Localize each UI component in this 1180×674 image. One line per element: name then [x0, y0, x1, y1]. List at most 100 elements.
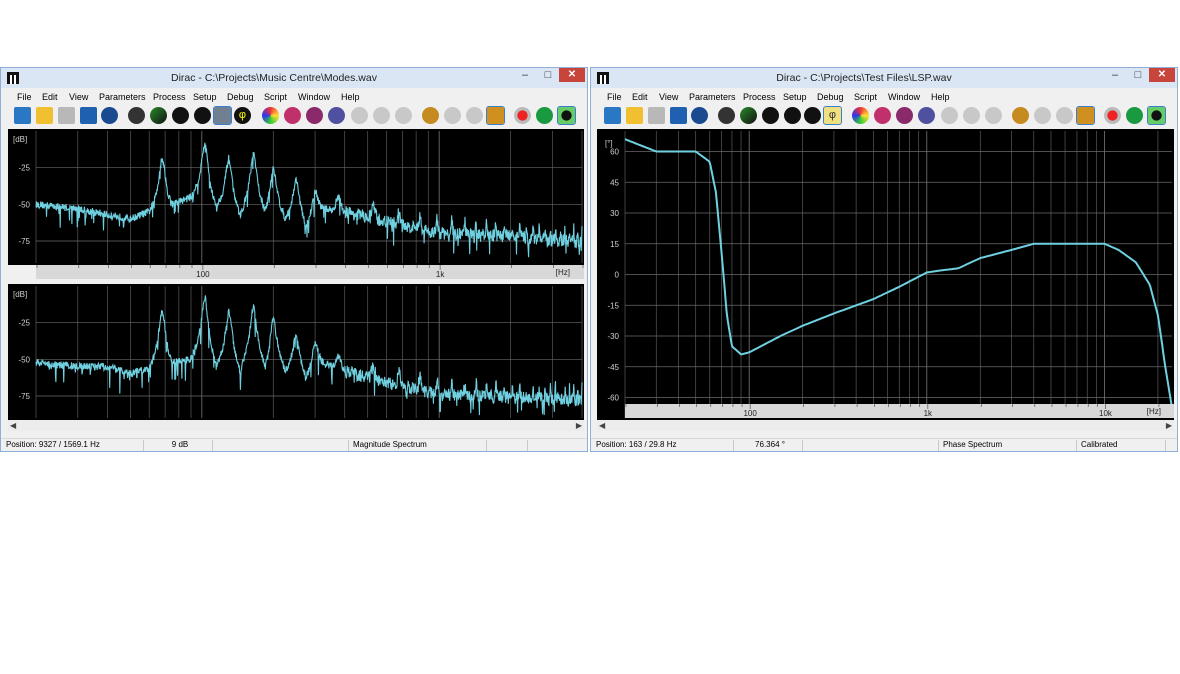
- scroll-left-icon[interactable]: ◀: [599, 420, 605, 431]
- menu-script[interactable]: Script: [854, 92, 877, 102]
- print-icon[interactable]: [670, 107, 687, 124]
- menu-file[interactable]: File: [17, 92, 32, 102]
- menu-process[interactable]: Process: [743, 92, 776, 102]
- stop-icon[interactable]: [1147, 106, 1166, 125]
- x-unit-label: [Hz]: [555, 268, 570, 277]
- zoom-icon[interactable]: [985, 107, 1002, 124]
- magnitude-plot-upper[interactable]: -25 -50 -75 [dB]: [8, 129, 584, 265]
- menu-help[interactable]: Help: [341, 92, 360, 102]
- process-icon[interactable]: [172, 107, 189, 124]
- horizontal-scrollbar[interactable]: ◀ ▶: [597, 420, 1174, 431]
- add-icon[interactable]: [1012, 107, 1029, 124]
- y-tick-label: -50: [18, 200, 30, 209]
- process-icon[interactable]: [740, 107, 757, 124]
- menu-file[interactable]: File: [607, 92, 622, 102]
- info-icon[interactable]: [486, 106, 505, 125]
- new-file-icon[interactable]: [604, 107, 621, 124]
- spectrum-icon[interactable]: [213, 106, 232, 125]
- menu-view[interactable]: View: [659, 92, 678, 102]
- zoom-icon[interactable]: [963, 107, 980, 124]
- wave-icon[interactable]: [691, 107, 708, 124]
- zoom-icon[interactable]: [373, 107, 390, 124]
- color-icon[interactable]: [262, 107, 279, 124]
- magnitude-plot-lower[interactable]: -25 -50 -75 [dB]: [8, 284, 584, 420]
- series-line: [35, 142, 583, 258]
- new-file-icon[interactable]: [14, 107, 31, 124]
- menu-script[interactable]: Script: [264, 92, 287, 102]
- play-green-icon[interactable]: [128, 107, 145, 124]
- menu-setup[interactable]: Setup: [193, 92, 217, 102]
- x-tick-label: 10k: [1099, 409, 1113, 418]
- play-icon[interactable]: [1126, 107, 1143, 124]
- process-icon[interactable]: [784, 107, 801, 124]
- record-icon[interactable]: [514, 107, 531, 124]
- phi-icon[interactable]: φ: [234, 107, 251, 124]
- process-icon[interactable]: [194, 107, 211, 124]
- window-lsp: Dirac - C:\Projects\Test Files\LSP.wav –…: [590, 67, 1178, 452]
- add-icon[interactable]: [422, 107, 439, 124]
- menu-window[interactable]: Window: [888, 92, 920, 102]
- menu-edit[interactable]: Edit: [42, 92, 58, 102]
- filter-icon[interactable]: [874, 107, 891, 124]
- spectrum-icon[interactable]: [804, 107, 821, 124]
- stop-icon[interactable]: [557, 106, 576, 125]
- process-icon[interactable]: [762, 107, 779, 124]
- color-icon[interactable]: [852, 107, 869, 124]
- menu-debug[interactable]: Debug: [227, 92, 254, 102]
- menu-parameters[interactable]: Parameters: [689, 92, 736, 102]
- close-button[interactable]: ✕: [559, 68, 585, 82]
- play-green-icon[interactable]: [718, 107, 735, 124]
- menu-parameters[interactable]: Parameters: [99, 92, 146, 102]
- y-tick-label: -30: [607, 332, 619, 341]
- save-icon[interactable]: [648, 107, 665, 124]
- remove-icon[interactable]: [1034, 107, 1051, 124]
- menu-window[interactable]: Window: [298, 92, 330, 102]
- menu-edit[interactable]: Edit: [632, 92, 648, 102]
- zoom-icon[interactable]: [351, 107, 368, 124]
- menu-help[interactable]: Help: [931, 92, 950, 102]
- scroll-right-icon[interactable]: ▶: [1166, 420, 1172, 431]
- maximize-button[interactable]: □: [1127, 68, 1149, 84]
- y-tick-label: -15: [607, 301, 619, 310]
- minimize-button[interactable]: –: [1103, 68, 1127, 84]
- record-icon[interactable]: [1104, 107, 1121, 124]
- fit-icon[interactable]: [1056, 107, 1073, 124]
- measure-icon[interactable]: [328, 107, 345, 124]
- dirac-app-icon[interactable]: [597, 72, 609, 84]
- save-icon[interactable]: [58, 107, 75, 124]
- title-bar[interactable]: Dirac - C:\Projects\Test Files\LSP.wav –…: [591, 68, 1177, 88]
- scroll-left-icon[interactable]: ◀: [10, 420, 16, 431]
- menu-process[interactable]: Process: [153, 92, 186, 102]
- menu-debug[interactable]: Debug: [817, 92, 844, 102]
- measure-icon[interactable]: [918, 107, 935, 124]
- menu-bar: File Edit View Parameters Process Setup …: [591, 89, 1177, 105]
- status-value: 76.364 °: [735, 440, 803, 451]
- zoom-icon[interactable]: [941, 107, 958, 124]
- phase-plot[interactable]: 60 45 30 15 0 -15 -30 -45 -60 [°]: [597, 129, 1174, 420]
- print-icon[interactable]: [80, 107, 97, 124]
- dirac-app-icon[interactable]: [7, 72, 19, 84]
- menu-view[interactable]: View: [69, 92, 88, 102]
- grid-icon[interactable]: [896, 107, 913, 124]
- wave-icon[interactable]: [101, 107, 118, 124]
- maximize-button[interactable]: □: [537, 68, 559, 84]
- open-file-icon[interactable]: [626, 107, 643, 124]
- info-icon[interactable]: [1076, 106, 1095, 125]
- close-button[interactable]: ✕: [1149, 68, 1175, 82]
- y-tick-label: 30: [610, 209, 619, 218]
- zoom-icon[interactable]: [395, 107, 412, 124]
- remove-icon[interactable]: [444, 107, 461, 124]
- open-file-icon[interactable]: [36, 107, 53, 124]
- filter-icon[interactable]: [284, 107, 301, 124]
- horizontal-scrollbar[interactable]: ◀ ▶: [8, 420, 584, 431]
- menu-setup[interactable]: Setup: [783, 92, 807, 102]
- play-icon[interactable]: [536, 107, 553, 124]
- title-bar[interactable]: Dirac - C:\Projects\Music Centre\Modes.w…: [1, 68, 587, 88]
- scroll-right-icon[interactable]: ▶: [576, 420, 582, 431]
- fit-icon[interactable]: [466, 107, 483, 124]
- y-unit-label: [dB]: [13, 135, 28, 144]
- minimize-button[interactable]: –: [513, 68, 537, 84]
- process-icon[interactable]: [150, 107, 167, 124]
- phi-icon[interactable]: φ: [823, 106, 842, 125]
- grid-icon[interactable]: [306, 107, 323, 124]
